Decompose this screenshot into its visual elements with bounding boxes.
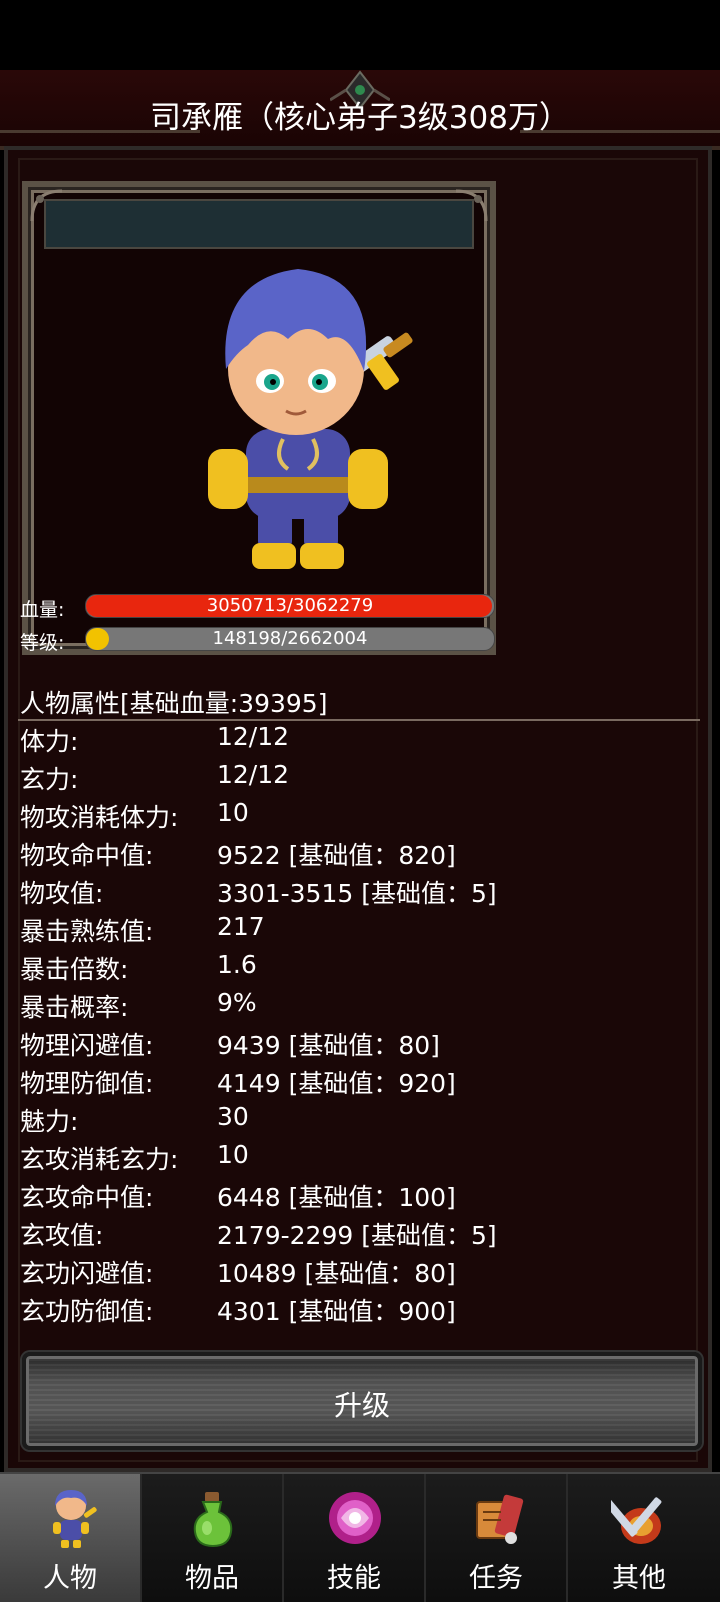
tab-quests[interactable]: 任务	[426, 1474, 568, 1602]
attributes-divider	[18, 719, 700, 721]
hp-label: 血量:	[20, 599, 65, 621]
tab-label: 物品	[185, 1563, 239, 1594]
attribute-value: 6448 [基础值：100]	[217, 1183, 456, 1212]
tab-skills[interactable]: 技能	[284, 1474, 426, 1602]
page-title: 司承雁（核心弟子3级308万）	[150, 100, 570, 136]
attribute-label: 物理防御值:	[20, 1069, 154, 1098]
attribute-value: 4149 [基础值：920]	[217, 1069, 456, 1098]
attribute-label: 玄功防御值:	[20, 1297, 154, 1326]
hp-bar: 3050713/3062279	[85, 594, 495, 618]
tab-label: 其他	[612, 1563, 666, 1594]
attribute-label: 体力:	[20, 727, 79, 756]
attribute-value: 4301 [基础值：900]	[217, 1297, 456, 1326]
hp-value: 3050713/3062279	[206, 595, 374, 616]
attribute-value: 12/12	[217, 760, 290, 789]
exp-value: 148198/2662004	[212, 628, 368, 649]
potion-icon	[193, 1492, 233, 1548]
attribute-label: 暴击概率:	[20, 993, 129, 1022]
sword-shield-icon	[611, 1497, 662, 1544]
attribute-label: 物攻值:	[20, 879, 104, 908]
attribute-value: 9439 [基础值：80]	[217, 1031, 440, 1060]
attribute-value: 10489 [基础值：80]	[217, 1259, 456, 1288]
attribute-label: 玄攻值:	[20, 1221, 104, 1250]
attribute-value: 12/12	[217, 722, 290, 751]
attribute-label: 暴击熟练值:	[20, 917, 154, 946]
title-bar: 司承雁（核心弟子3级308万）	[0, 70, 720, 150]
attribute-value: 217	[217, 912, 265, 941]
attribute-label: 玄力:	[20, 765, 79, 794]
attribute-value: 2179-2299 [基础值：5]	[217, 1221, 497, 1250]
portrait-header-strip	[44, 199, 474, 249]
attribute-label: 魅力:	[20, 1107, 79, 1136]
attribute-label: 玄功闪避值:	[20, 1259, 154, 1288]
attribute-label: 玄攻消耗玄力:	[20, 1145, 179, 1174]
ornate-corner-icon	[455, 189, 488, 222]
attribute-value: 9522 [基础值：820]	[217, 841, 456, 870]
bottom-tab-bar: 人物 物品 技能 任务 其他	[0, 1472, 720, 1602]
attribute-label: 暴击倍数:	[20, 955, 129, 984]
tab-character[interactable]: 人物	[0, 1474, 142, 1602]
quest-icon	[476, 1494, 524, 1544]
tab-label: 人物	[43, 1563, 97, 1594]
attribute-value: 3301-3515 [基础值：5]	[217, 879, 497, 908]
character-avatar	[208, 269, 413, 569]
attribute-value: 30	[217, 1102, 249, 1131]
attributes-header: 人物属性[基础血量:39395]	[20, 689, 328, 718]
attribute-value: 1.6	[217, 950, 257, 979]
ornate-corner-icon	[30, 189, 63, 222]
attribute-value: 10	[217, 1140, 249, 1169]
attribute-value: 10	[217, 798, 249, 827]
status-bar	[0, 0, 720, 70]
portrait-frame	[22, 181, 496, 655]
attribute-label: 物攻命中值:	[20, 841, 154, 870]
upgrade-button[interactable]: 升级	[22, 1352, 702, 1450]
skill-orb-icon	[329, 1492, 381, 1544]
exp-bar: 148198/2662004	[85, 627, 495, 651]
attribute-label: 物理闪避值:	[20, 1031, 154, 1060]
character-icon	[53, 1490, 97, 1548]
tab-items[interactable]: 物品	[142, 1474, 284, 1602]
upgrade-button-label: 升级	[333, 1389, 390, 1422]
level-label: 等级:	[20, 632, 65, 654]
attribute-label: 玄攻命中值:	[20, 1183, 154, 1212]
tab-other[interactable]: 其他	[568, 1474, 710, 1602]
tab-label: 任务	[469, 1563, 523, 1594]
attribute-label: 物攻消耗体力:	[20, 803, 179, 832]
attribute-value: 9%	[217, 988, 257, 1017]
tab-label: 技能	[327, 1563, 381, 1594]
